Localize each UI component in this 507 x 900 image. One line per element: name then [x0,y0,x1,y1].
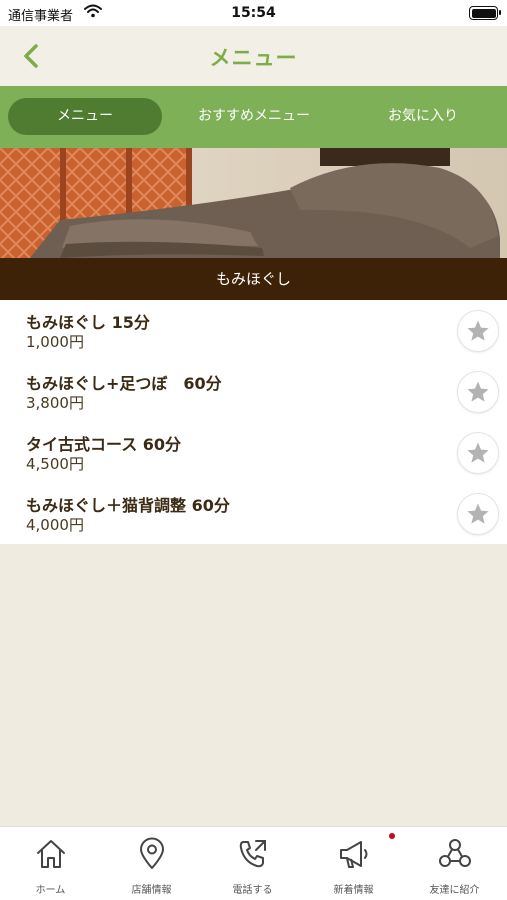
map-pin-icon [140,837,164,869]
nav-refer-friends-label: 友達に紹介 [429,885,480,896]
tab-bar: メニュー おすすめメニュー お気に入り [0,86,507,148]
star-icon [467,320,489,341]
tab-menu[interactable]: メニュー [8,98,162,135]
menu-item-name: タイ古式コース 60分 [26,435,182,454]
menu-item-name: もみほぐし＋猫背調整 60分 [26,496,230,515]
nav-call[interactable]: 電話する [202,827,303,900]
star-icon [467,442,489,463]
menu-item-price: 3,800円 [26,394,84,412]
favorite-button[interactable] [457,371,499,413]
bottom-nav: ホーム 店舗情報 電話する 新着情報 友達に紹介 [0,826,507,900]
share-friends-icon [439,839,471,867]
tab-favorites[interactable]: お気に入り [348,98,498,135]
menu-item-price: 1,000円 [26,333,84,351]
nav-news[interactable]: 新着情報 [303,827,404,900]
nav-home-label: ホーム [35,885,66,896]
menu-item-name: もみほぐし 15分 [26,313,150,332]
nav-header: メニュー [0,26,507,86]
page-title: メニュー [209,46,298,70]
tab-recommended[interactable]: おすすめメニュー [178,98,330,135]
category-banner-image [0,148,507,258]
menu-item-name: もみほぐし+足つぼ 60分 [26,374,222,393]
menu-item[interactable]: タイ古式コース 60分 4,500円 [0,422,507,483]
nav-call-label: 電話する [232,885,273,896]
nav-store-info[interactable]: 店舗情報 [101,827,202,900]
nav-refer-friends[interactable]: 友達に紹介 [404,827,505,900]
clock: 15:54 [231,5,276,21]
battery-icon [469,6,501,20]
menu-item-price: 4,500円 [26,455,84,473]
nav-home[interactable]: ホーム [0,827,101,900]
phone-icon [239,840,266,868]
menu-list: もみほぐし 15分 1,000円 もみほぐし+足つぼ 60分 3,800円 タイ… [0,300,507,544]
status-bar: 通信事業者 15:54 [0,0,507,26]
category-title: もみほぐし [0,258,507,300]
star-icon [467,503,489,524]
nav-store-info-label: 店舗情報 [131,885,172,896]
favorite-button[interactable] [457,493,499,535]
star-icon [467,381,489,402]
news-badge [389,833,395,839]
nav-news-label: 新着情報 [333,885,374,896]
home-icon [37,840,65,868]
menu-item[interactable]: もみほぐし+足つぼ 60分 3,800円 [0,361,507,422]
favorite-button[interactable] [457,432,499,474]
menu-item-price: 4,000円 [26,516,84,534]
megaphone-icon [340,841,368,868]
menu-item[interactable]: もみほぐし＋猫背調整 60分 4,000円 [0,483,507,544]
favorite-button[interactable] [457,310,499,352]
menu-item[interactable]: もみほぐし 15分 1,000円 [0,300,507,361]
